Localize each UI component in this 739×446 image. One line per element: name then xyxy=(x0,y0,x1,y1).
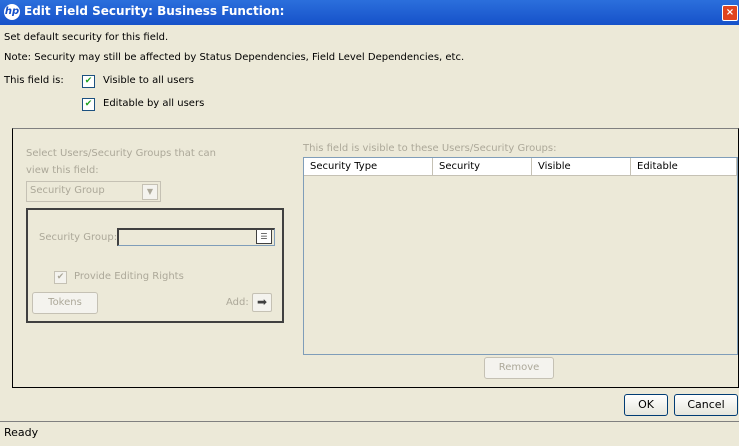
visible-all-label: Visible to all users xyxy=(103,75,194,86)
ok-button[interactable]: OK xyxy=(624,394,668,416)
provide-editing-checkbox[interactable]: ✔ xyxy=(54,271,67,284)
security-type-dropdown[interactable]: Security Group ▼ xyxy=(26,181,161,202)
security-group-field[interactable] xyxy=(117,228,275,246)
list-picker-icon[interactable]: ☰ xyxy=(256,229,272,244)
select-users-label: Select Users/Security Groups that can xyxy=(26,148,216,159)
info-line-2: Note: Security may still be affected by … xyxy=(4,52,465,63)
remove-button[interactable]: Remove xyxy=(484,357,554,379)
security-table[interactable]: Security Type Security Visible Editable xyxy=(303,157,738,355)
status-bar: Ready xyxy=(0,421,739,446)
column-header-visible[interactable]: Visible xyxy=(532,158,631,176)
status-text: Ready xyxy=(4,426,39,439)
info-line-1: Set default security for this field. xyxy=(4,32,169,43)
window-title: Edit Field Security: Business Function: xyxy=(24,4,285,18)
cancel-button[interactable]: Cancel xyxy=(674,394,738,416)
column-header-editable[interactable]: Editable xyxy=(631,158,737,176)
tokens-button[interactable]: Tokens xyxy=(32,292,98,314)
editable-all-label: Editable by all users xyxy=(103,98,205,109)
field-is-label: This field is: xyxy=(4,75,64,86)
select-users-label-2: view this field: xyxy=(26,165,99,176)
editable-all-checkbox[interactable]: ✔ xyxy=(82,98,95,111)
visible-all-checkbox[interactable]: ✔ xyxy=(82,75,95,88)
column-header-security[interactable]: Security xyxy=(433,158,532,176)
hp-logo-icon: hp xyxy=(4,4,20,20)
security-group-label: Security Group: xyxy=(39,232,118,243)
close-button[interactable]: × xyxy=(722,5,738,21)
provide-editing-label: Provide Editing Rights xyxy=(74,271,184,282)
arrow-right-icon[interactable]: ➡ xyxy=(252,293,272,312)
title-bar: hp Edit Field Security: Business Functio… xyxy=(0,0,739,25)
visible-to-label: This field is visible to these Users/Sec… xyxy=(303,143,557,154)
add-label: Add: xyxy=(226,297,249,308)
column-header-security-type[interactable]: Security Type xyxy=(304,158,433,176)
chevron-down-icon[interactable]: ▼ xyxy=(142,184,158,200)
security-type-value: Security Group xyxy=(30,185,105,196)
